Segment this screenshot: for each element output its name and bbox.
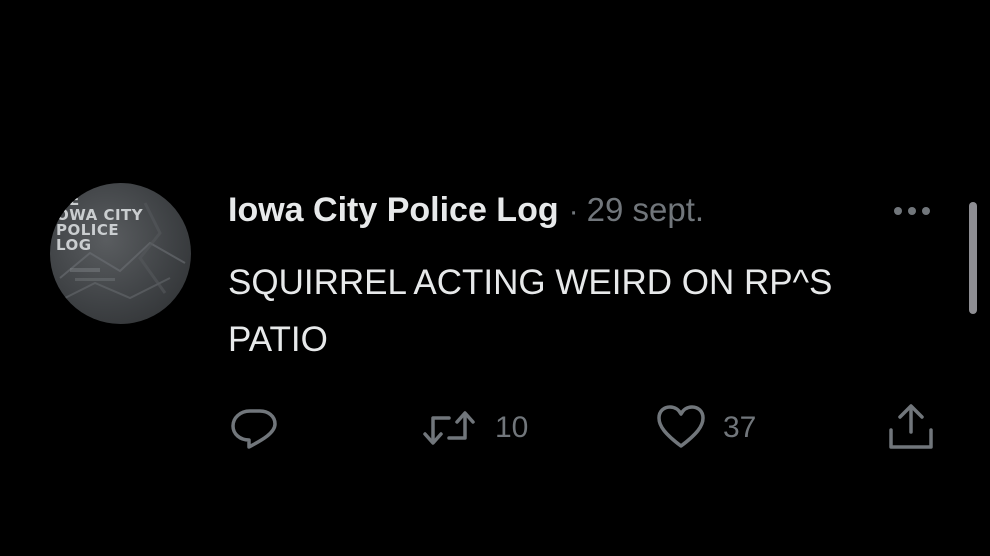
scrollbar[interactable] [969,202,977,314]
avatar-logo-text: HE OWA CITY POLICE LOG [56,193,191,253]
retweet-count: 10 [495,411,529,444]
tweet-screen: HE OWA CITY POLICE LOG Iowa City Police … [0,0,990,556]
more-horizontal-icon [894,207,930,215]
avatar-line: LOG [56,236,92,254]
reply-button[interactable] [228,402,280,454]
separator-dot: · [568,195,579,228]
retweet-button[interactable]: 10 [419,402,528,454]
tweet-header: Iowa City Police Log · 29 sept. [228,191,704,235]
more-options-button[interactable] [886,199,938,223]
like-count: 37 [723,411,757,444]
share-button[interactable] [883,402,939,454]
reply-icon [231,409,277,449]
author-name[interactable]: Iowa City Police Log [228,191,559,230]
tweet-text: SQUIRREL ACTING WEIRD ON RP^S PATIO [228,263,833,359]
like-button[interactable]: 37 [655,402,756,454]
retweet-icon [423,411,475,445]
avatar[interactable]: HE OWA CITY POLICE LOG [50,183,191,324]
share-icon [889,404,933,449]
tweet-date[interactable]: 29 sept. [587,191,704,229]
heart-icon [657,405,705,448]
